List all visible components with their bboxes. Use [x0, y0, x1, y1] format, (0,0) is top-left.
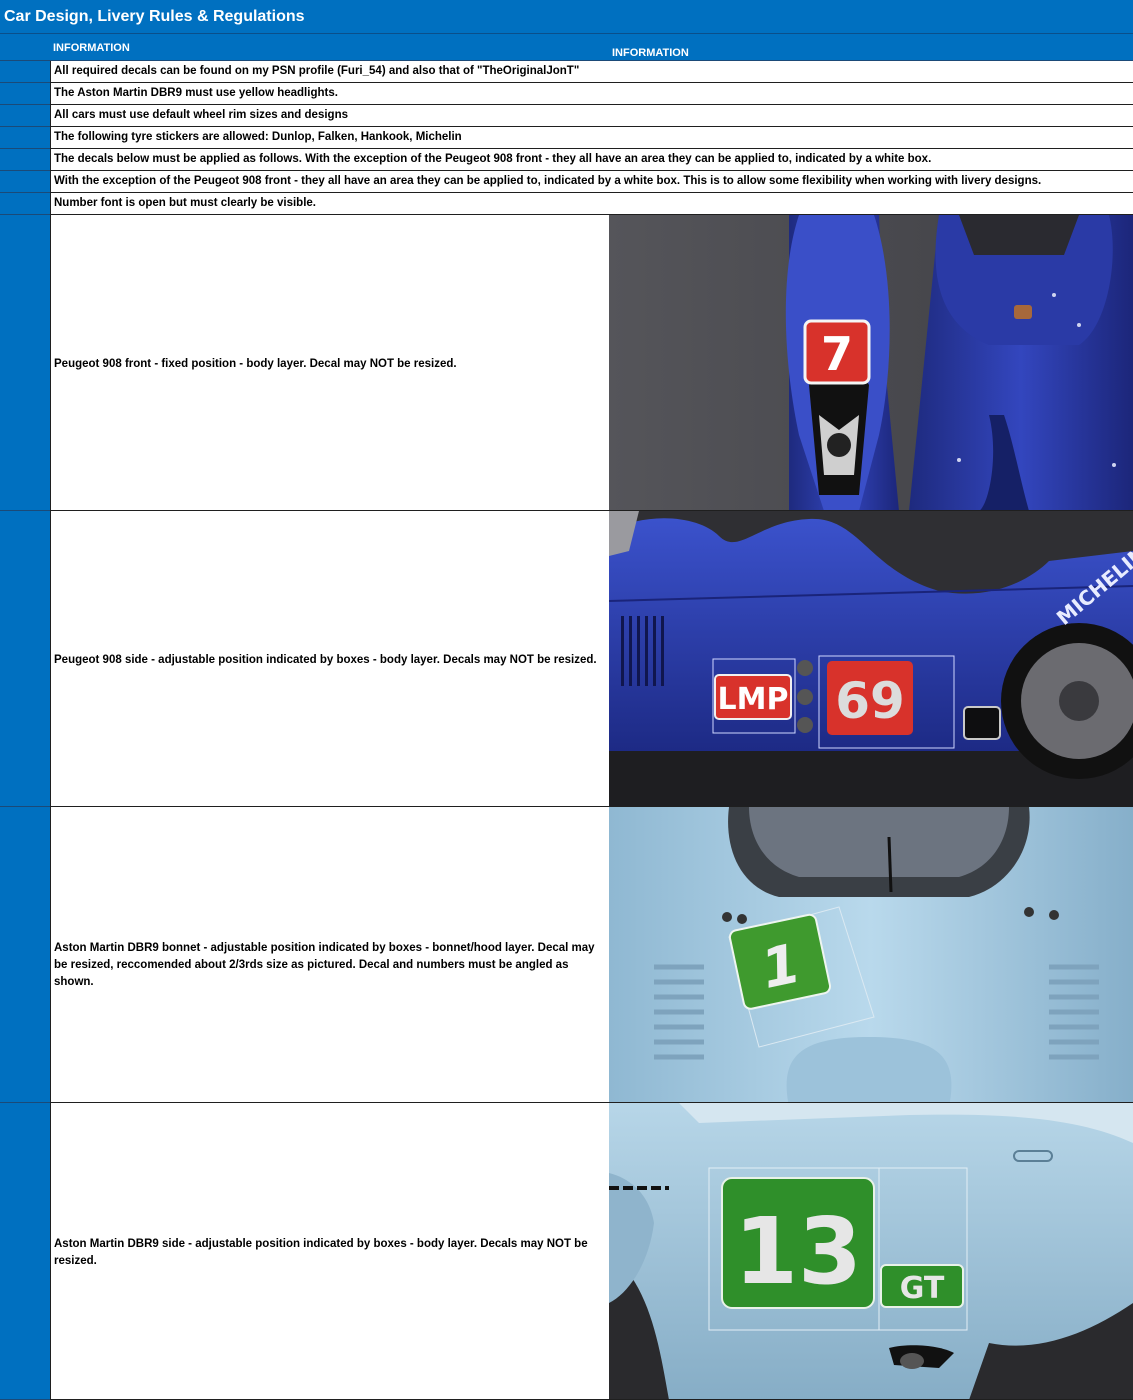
aston-bonnet-image: 1: [609, 807, 1133, 1103]
decal-text-cell[interactable]: Aston Martin DBR9 side - adjustable posi…: [50, 1103, 609, 1400]
rule-text: The Aston Martin DBR9 must use yellow he…: [54, 87, 338, 99]
row-header[interactable]: [0, 61, 50, 83]
rule-text: The decals below must be applied as foll…: [54, 153, 932, 165]
decal-description: Aston Martin DBR9 bonnet - adjustable po…: [54, 942, 595, 988]
row-header[interactable]: [0, 215, 50, 511]
rule-text: All cars must use default wheel rim size…: [54, 109, 348, 121]
row-header[interactable]: [0, 105, 50, 127]
row-header[interactable]: [0, 807, 50, 1103]
column-header-information: INFORMATION: [53, 42, 130, 54]
rule-row[interactable]: With the exception of the Peugeot 908 fr…: [50, 171, 1133, 193]
row-header[interactable]: [0, 511, 50, 807]
decal-number: 7: [821, 327, 853, 381]
row-header[interactable]: [0, 83, 50, 105]
spreadsheet-page: Car Design, Livery Rules & Regulations I…: [0, 0, 1133, 1400]
decal-description: Peugeot 908 front - fixed position - bod…: [54, 358, 457, 370]
row-header[interactable]: [0, 34, 50, 61]
row-header[interactable]: [0, 171, 50, 193]
rule-text: All required decals can be found on my P…: [54, 65, 580, 77]
title-bar: Car Design, Livery Rules & Regulations: [0, 0, 1133, 34]
peugeot-front-image: 7: [609, 215, 1133, 511]
decal-description: Aston Martin DBR9 side - adjustable posi…: [54, 1238, 588, 1267]
row-header[interactable]: [0, 149, 50, 171]
page-title: Car Design, Livery Rules & Regulations: [4, 8, 305, 25]
decal-number: 13: [734, 1198, 862, 1305]
decal-text-cell[interactable]: Aston Martin DBR9 bonnet - adjustable po…: [50, 807, 609, 1103]
class-label: GT: [900, 1271, 945, 1306]
rule-row[interactable]: Number font is open but must clearly be …: [50, 193, 1133, 215]
rule-row[interactable]: The following tyre stickers are allowed:…: [50, 127, 1133, 149]
row-header[interactable]: [0, 127, 50, 149]
class-label: LMP: [718, 682, 789, 717]
row-header[interactable]: [0, 1103, 50, 1400]
rule-row[interactable]: All cars must use default wheel rim size…: [50, 105, 1133, 127]
rule-row[interactable]: The Aston Martin DBR9 must use yellow he…: [50, 83, 1133, 105]
column-header-information-image: INFORMATION: [612, 47, 689, 59]
column-header-row: INFORMATION INFORMATION: [50, 34, 1133, 61]
row-header-column: [0, 34, 50, 1400]
rule-text: With the exception of the Peugeot 908 fr…: [54, 175, 1042, 187]
rule-text: The following tyre stickers are allowed:…: [54, 131, 462, 143]
decal-text-cell[interactable]: Peugeot 908 front - fixed position - bod…: [50, 215, 609, 511]
row-header[interactable]: [0, 193, 50, 215]
decal-text-cell[interactable]: Peugeot 908 side - adjustable position i…: [50, 511, 609, 807]
peugeot-side-image: MICHELIN LMP 69: [609, 511, 1133, 807]
rule-row[interactable]: All required decals can be found on my P…: [50, 61, 1133, 83]
rule-row[interactable]: The decals below must be applied as foll…: [50, 149, 1133, 171]
rule-text: Number font is open but must clearly be …: [54, 197, 316, 209]
aston-side-image: 13 GT: [609, 1103, 1133, 1400]
decal-description: Peugeot 908 side - adjustable position i…: [54, 654, 597, 666]
decal-number: 69: [835, 672, 905, 730]
